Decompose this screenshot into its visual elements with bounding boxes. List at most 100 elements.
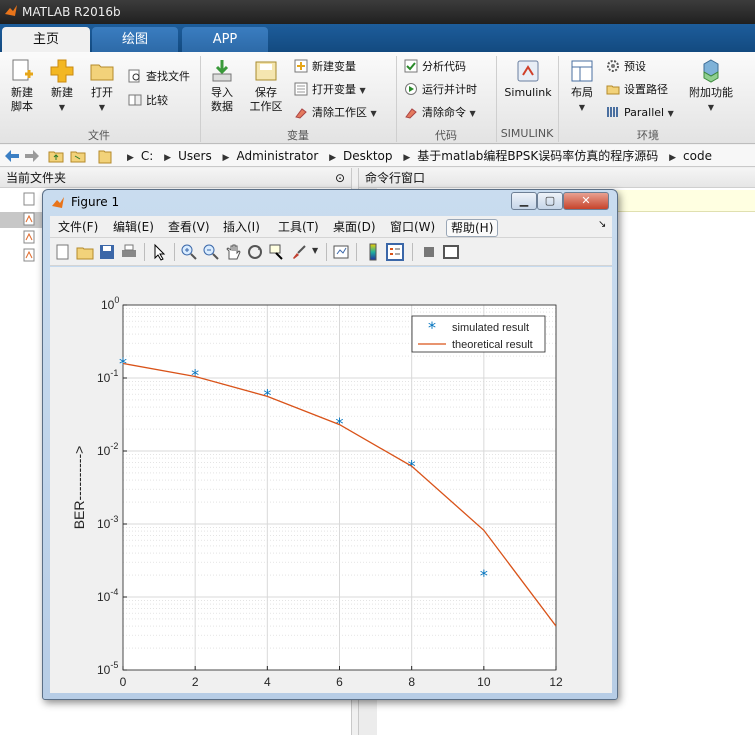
zoom-in-icon[interactable]: [180, 243, 198, 261]
up-folder-icon[interactable]: [48, 149, 64, 163]
pan-hand-icon[interactable]: [224, 243, 242, 261]
print-icon[interactable]: [120, 243, 138, 261]
open-variable-button[interactable]: 打开变量 ▼: [294, 81, 366, 99]
breadcrumb-segment[interactable]: Administrator: [236, 149, 318, 163]
x-tick-label: 12: [549, 675, 563, 689]
find-files-icon: [128, 69, 140, 83]
menu-tools[interactable]: 工具(T): [278, 219, 319, 235]
legend-entry-label: simulated result: [452, 322, 529, 334]
simulink-button[interactable]: Simulink: [502, 58, 554, 100]
compare-button[interactable]: 比较: [128, 92, 168, 110]
open-file-icon[interactable]: [76, 243, 94, 261]
breadcrumb-segment[interactable]: code: [683, 149, 712, 163]
simulink-label: Simulink: [504, 86, 552, 99]
menu-view[interactable]: 查看(V): [168, 219, 210, 235]
simulated-data-point: *: [480, 566, 488, 585]
run-and-time-icon: [405, 83, 417, 95]
addons-icon: [703, 59, 719, 83]
rotate-3d-icon[interactable]: [246, 243, 264, 261]
file-icon[interactable]: [22, 192, 36, 206]
figure-window[interactable]: Figure 1 ▁ ▢ ✕ 文件(F) 编辑(E) 查看(V) 插入(I) 工…: [42, 189, 618, 711]
panel-menu-icon[interactable]: ⊙: [335, 168, 345, 188]
open-button[interactable]: 打开 ▼: [84, 58, 120, 115]
breadcrumb-segment[interactable]: 基于matlab编程BPSK误码率仿真的程序源码: [417, 149, 658, 163]
new-variable-label: 新建变量: [312, 60, 356, 73]
figure-title: Figure 1: [71, 195, 120, 209]
set-path-label: 设置路径: [624, 83, 668, 96]
preferences-button[interactable]: 预设: [606, 58, 646, 76]
close-button[interactable]: ✕: [563, 192, 609, 210]
menu-help[interactable]: 帮助(H): [446, 219, 499, 237]
new-button[interactable]: 新建 ▼: [44, 58, 80, 115]
matlab-logo-icon: [5, 5, 17, 16]
menu-insert[interactable]: 插入(I): [223, 219, 260, 235]
address-bar: ▶ C: ▶ Users ▶ Administrator ▶ Desktop ▶ 基于ma…: [0, 145, 755, 167]
colorbar-icon[interactable]: [364, 243, 382, 261]
import-data-button[interactable]: 导入 数据: [204, 58, 240, 114]
tab-apps[interactable]: APP: [182, 27, 268, 52]
breadcrumb-segment[interactable]: Users: [178, 149, 212, 163]
new-variable-icon: [294, 59, 308, 73]
save-workspace-button[interactable]: 保存 工作区: [246, 58, 286, 114]
menu-window[interactable]: 窗口(W): [390, 219, 435, 235]
m-file-icon[interactable]: [22, 212, 36, 226]
parallel-button[interactable]: Parallel ▼: [606, 104, 674, 122]
m-file-icon[interactable]: [22, 230, 36, 244]
group-label-environment: 环境: [637, 129, 659, 142]
menu-edit[interactable]: 编辑(E): [113, 219, 154, 235]
save-icon[interactable]: [98, 243, 116, 261]
command-window-title: 命令行窗口: [365, 171, 426, 185]
pointer-icon[interactable]: [150, 243, 168, 261]
clear-workspace-button[interactable]: 清除工作区 ▼: [294, 104, 377, 122]
x-tick-label: 10: [477, 675, 491, 689]
figure-toolbar: ▼: [50, 238, 612, 266]
clear-commands-label: 清除命令: [422, 106, 466, 119]
menu-file[interactable]: 文件(F): [58, 219, 98, 235]
m-file-icon[interactable]: [22, 248, 36, 262]
new-figure-icon[interactable]: [54, 243, 72, 261]
browse-folder-icon[interactable]: [70, 149, 86, 163]
x-tick-label: 2: [192, 675, 199, 689]
toolbar-divider: [174, 243, 175, 261]
panel-header: 当前文件夹 ⊙: [0, 168, 351, 188]
set-path-button[interactable]: 设置路径: [606, 81, 668, 99]
back-arrow-icon[interactable]: [4, 149, 20, 163]
run-and-time-button[interactable]: 运行并计时: [404, 81, 477, 99]
x-tick-label: 4: [264, 675, 271, 689]
figure-canvas[interactable]: 02468101210010-110-210-310-410-5SNR(dB)-…: [50, 267, 612, 711]
breadcrumb-segment[interactable]: Desktop: [343, 149, 393, 163]
clear-commands-button[interactable]: 清除命令 ▼: [404, 104, 476, 122]
find-files-button[interactable]: 查找文件: [128, 68, 190, 86]
new-script-button[interactable]: 新建 脚本: [4, 58, 40, 114]
forward-arrow-icon[interactable]: [24, 149, 40, 163]
brush-dropdown-icon[interactable]: ▼: [312, 246, 318, 255]
run-and-time-label: 运行并计时: [422, 83, 477, 96]
brush-icon[interactable]: [290, 243, 308, 261]
x-tick-label: 6: [336, 675, 343, 689]
tab-plots[interactable]: 绘图: [92, 27, 178, 52]
minimize-button[interactable]: ▁: [511, 192, 537, 210]
zoom-out-icon[interactable]: [202, 243, 220, 261]
legend-icon[interactable]: [386, 243, 404, 261]
matlab-logo-icon: [52, 197, 64, 208]
link-plot-icon[interactable]: [332, 243, 350, 261]
menubar-overflow-icon[interactable]: ↘: [598, 219, 606, 230]
hide-plot-tools-icon[interactable]: [420, 243, 438, 261]
menu-desktop[interactable]: 桌面(D): [333, 219, 376, 235]
new-script-label: 新建 脚本: [11, 86, 33, 113]
new-variable-button[interactable]: 新建变量: [294, 58, 356, 76]
current-folder-title: 当前文件夹: [6, 171, 67, 185]
show-plot-tools-icon[interactable]: [442, 243, 460, 261]
analyze-code-button[interactable]: 分析代码: [404, 58, 466, 76]
y-tick-label: 10-1: [97, 368, 118, 385]
find-files-label: 查找文件: [146, 70, 190, 83]
breadcrumb-segment[interactable]: C:: [141, 149, 153, 163]
simulink-icon: [517, 60, 539, 82]
data-cursor-icon[interactable]: [268, 243, 286, 261]
y-tick-label: 100: [101, 295, 119, 312]
maximize-button[interactable]: ▢: [537, 192, 563, 210]
tab-home[interactable]: 主页: [2, 27, 90, 52]
addons-button[interactable]: 附加功能 ▼: [686, 58, 736, 115]
ber-chart[interactable]: 02468101210010-110-210-310-410-5SNR(dB)-…: [50, 267, 612, 711]
layout-button[interactable]: 布局 ▼: [564, 58, 600, 115]
